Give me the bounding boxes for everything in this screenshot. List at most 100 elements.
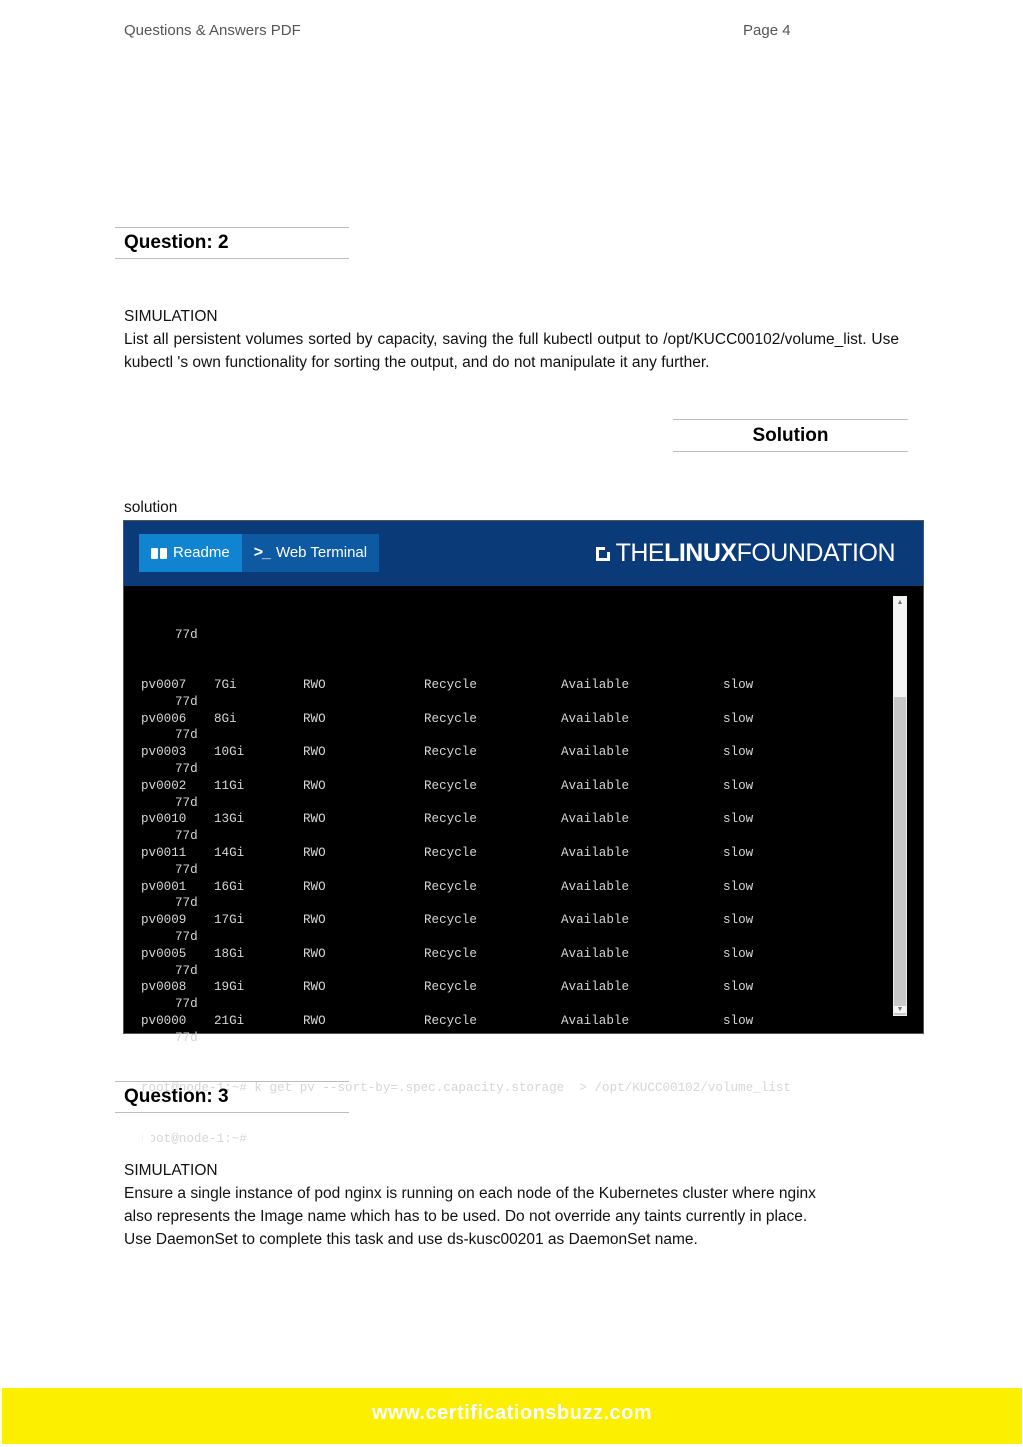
pv-row: pv0008 19Gi RWO Recycle Available slow (141, 979, 891, 996)
tab-web-terminal[interactable]: >_ Web Terminal (241, 534, 380, 572)
terminal-scrollbar[interactable]: ▲ ▼ (893, 596, 907, 1016)
scrollbar-track-top (894, 597, 906, 697)
pv-age: 77d (175, 761, 198, 776)
pv-age-row: 77d (141, 1030, 891, 1047)
pv-access-mode: RWO (303, 677, 326, 692)
pv-access-mode: RWO (303, 946, 326, 961)
scroll-down-arrow-icon[interactable]: ▼ (894, 1006, 906, 1013)
question-2-text: List all persistent volumes sorted by ca… (124, 328, 899, 374)
pv-name: pv0010 (141, 812, 187, 827)
terminal-screenshot: Readme >_ Web Terminal THE LINUX FOUNDAT… (123, 520, 924, 1146)
prompt-text: root@node-1:~# (141, 1131, 255, 1146)
solution-label: solution (124, 499, 178, 516)
pv-capacity: 7Gi (214, 677, 237, 692)
pv-status: Available (561, 879, 630, 894)
pv-row: pv0001 16Gi RWO Recycle Available slow (141, 879, 891, 896)
pv-row: pv0007 7Gi RWO Recycle Available slow (141, 677, 891, 694)
pv-status: Available (561, 778, 630, 793)
terminal-prompt-icon: >_ (253, 544, 271, 561)
pv-capacity: 21Gi (214, 1013, 245, 1028)
footer-url[interactable]: www.certificationsbuzz.com (2, 1402, 1022, 1425)
pv-capacity: 19Gi (214, 980, 245, 995)
pv-reclaim-policy: Recycle (424, 711, 477, 726)
pv-access-mode: RWO (303, 845, 326, 860)
pv-age-row: 77d (141, 963, 891, 980)
footer-banner: www.certificationsbuzz.com (2, 1388, 1022, 1444)
pv-access-mode: RWO (303, 1013, 326, 1028)
pv-access-mode: RWO (303, 980, 326, 995)
document-title: Questions & Answers PDF (124, 22, 301, 39)
book-icon (151, 547, 167, 559)
solution-heading: Solution (752, 425, 829, 446)
pv-storage-class: slow (723, 711, 754, 726)
scroll-up-arrow-icon[interactable]: ▲ (894, 599, 906, 606)
tab-readme-label: Readme (173, 544, 230, 561)
pv-status: Available (561, 913, 630, 928)
question-2-line: List all persistent volumes sorted by ca… (124, 331, 659, 348)
pv-capacity: 13Gi (214, 812, 245, 827)
pv-age: 77d (175, 728, 198, 743)
solution-heading-box: Solution (673, 419, 908, 452)
pv-reclaim-policy: Recycle (424, 812, 477, 827)
pv-status: Available (561, 745, 630, 760)
pv-age-row: 77d (141, 694, 891, 711)
pv-status: Available (561, 845, 630, 860)
pv-status: Available (561, 946, 630, 961)
linux-foundation-logo-icon (595, 546, 610, 561)
pv-name: pv0006 (141, 711, 187, 726)
pv-access-mode: RWO (303, 745, 326, 760)
pv-age: 77d (175, 997, 198, 1012)
pv-reclaim-policy: Recycle (424, 778, 477, 793)
pv-name: pv0002 (141, 778, 187, 793)
pv-status: Available (561, 677, 630, 692)
pv-row: pv0010 13Gi RWO Recycle Available slow (141, 811, 891, 828)
terminal-prompt-line[interactable]: root@node-1:~# (141, 1130, 891, 1148)
pv-reclaim-policy: Recycle (424, 913, 477, 928)
pv-age: 77d (175, 627, 198, 642)
pv-access-mode: RWO (303, 711, 326, 726)
question-2-heading-box: Question: 2 (115, 227, 349, 259)
logo-suffix: FOUNDATION (736, 539, 896, 567)
pv-capacity: 16Gi (214, 879, 245, 894)
pv-row: pv0006 8Gi RWO Recycle Available slow (141, 711, 891, 728)
pv-name: pv0001 (141, 879, 187, 894)
pv-row: pv0003 10Gi RWO Recycle Available slow (141, 744, 891, 761)
pv-storage-class: slow (723, 845, 754, 860)
pv-storage-class: slow (723, 980, 754, 995)
question-2-line: manipulate it any further. (539, 354, 710, 371)
logo-bold: LINUX (664, 539, 737, 567)
pv-storage-class: slow (723, 946, 754, 961)
question-2-heading: Question: 2 (124, 232, 229, 253)
pv-capacity: 17Gi (214, 913, 245, 928)
tab-web-terminal-label: Web Terminal (275, 544, 368, 561)
pv-status: Available (561, 980, 630, 995)
pv-storage-class: slow (723, 778, 754, 793)
pv-age: 77d (175, 862, 198, 877)
pv-name: pv0005 (141, 946, 187, 961)
pv-row: pv0011 14Gi RWO Recycle Available slow (141, 845, 891, 862)
pv-access-mode: RWO (303, 778, 326, 793)
pv-status: Available (561, 711, 630, 726)
terminal-cursor (143, 1130, 151, 1145)
question-2-type: SIMULATION (124, 308, 218, 325)
linux-foundation-logo: THE LINUX FOUNDATION (595, 539, 896, 568)
question-2-body: SIMULATION List all persistent volumes s… (124, 305, 899, 374)
pv-age-row: 77d (141, 761, 891, 778)
pv-age: 77d (175, 829, 198, 844)
pv-status: Available (561, 1013, 630, 1028)
pv-name: pv0008 (141, 980, 187, 995)
pv-age-row: 77d (141, 727, 891, 744)
pv-age: 77d (175, 929, 198, 944)
pv-age: 77d (175, 795, 198, 810)
question-3-line: Use DaemonSet to complete this task and … (124, 1231, 698, 1248)
question-3-heading-box: Question: 3 (115, 1081, 349, 1113)
pv-row: pv0000 21Gi RWO Recycle Available slow (141, 1013, 891, 1030)
pv-storage-class: slow (723, 879, 754, 894)
question-3-type: SIMULATION (124, 1162, 218, 1179)
terminal-tabs: Readme >_ Web Terminal (139, 534, 380, 572)
pv-reclaim-policy: Recycle (424, 677, 477, 692)
tab-readme[interactable]: Readme (139, 534, 242, 572)
pv-reclaim-policy: Recycle (424, 745, 477, 760)
pv-row: pv0009 17Gi RWO Recycle Available slow (141, 912, 891, 929)
page-number: Page 4 (743, 22, 791, 39)
